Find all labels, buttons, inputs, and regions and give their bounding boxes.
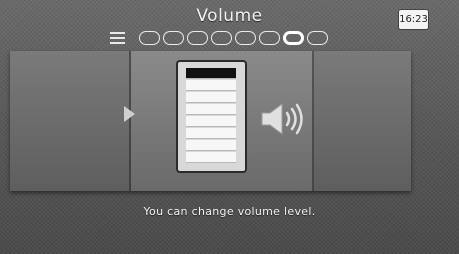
volume-segment[interactable] bbox=[186, 128, 236, 139]
volume-segments bbox=[186, 68, 236, 166]
page-dot[interactable] bbox=[163, 31, 184, 45]
volume-meter[interactable] bbox=[176, 60, 247, 173]
volume-segment[interactable] bbox=[186, 68, 236, 79]
page-dot[interactable] bbox=[187, 31, 208, 45]
page-dot[interactable] bbox=[307, 31, 328, 45]
page-title: Volume bbox=[196, 6, 263, 26]
page-dot[interactable] bbox=[211, 31, 232, 45]
hint-text: You can change volume level. bbox=[143, 205, 316, 218]
volume-segment[interactable] bbox=[186, 104, 236, 115]
page-dot[interactable] bbox=[283, 31, 304, 45]
menu-icon-line bbox=[110, 42, 125, 44]
volume-segment[interactable] bbox=[186, 116, 236, 127]
arrow-left-icon[interactable] bbox=[124, 106, 135, 122]
menu-icon[interactable] bbox=[110, 32, 125, 44]
menu-icon-line bbox=[110, 32, 125, 34]
page-dot[interactable] bbox=[259, 31, 280, 45]
volume-segment[interactable] bbox=[186, 92, 236, 103]
volume-segment[interactable] bbox=[186, 80, 236, 91]
speaker-icon[interactable] bbox=[260, 101, 308, 137]
clock: 16:23 bbox=[399, 10, 428, 29]
page-dot[interactable] bbox=[235, 31, 256, 45]
volume-segment[interactable] bbox=[186, 140, 236, 151]
screen: Volume 16:23 You can change volume level… bbox=[0, 0, 459, 254]
volume-segment[interactable] bbox=[186, 152, 236, 163]
panel-divider bbox=[312, 51, 314, 191]
page-dot[interactable] bbox=[139, 31, 160, 45]
menu-icon-line bbox=[110, 37, 125, 39]
